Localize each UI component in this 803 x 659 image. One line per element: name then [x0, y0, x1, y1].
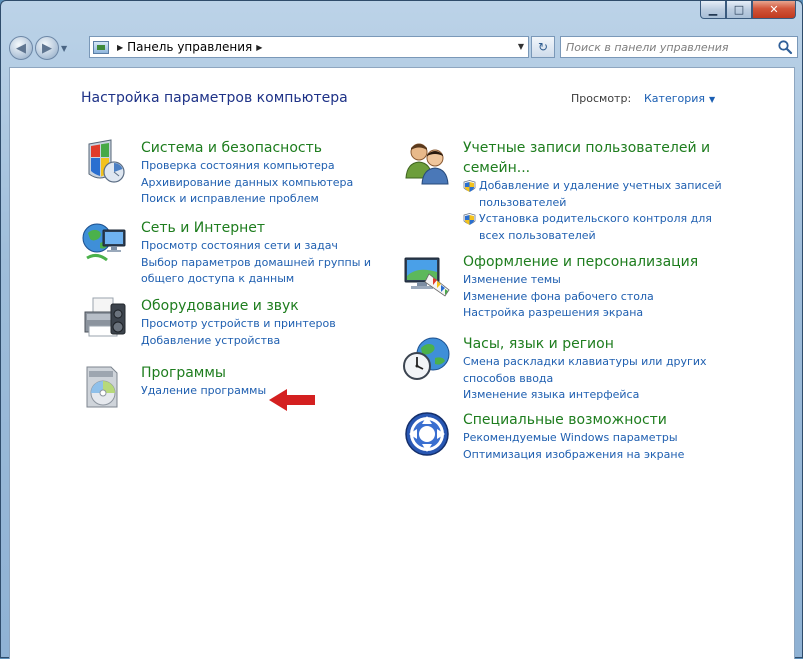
page-title: Настройка параметров компьютера — [81, 90, 348, 106]
category-title[interactable]: Оформление и персонализация — [463, 252, 698, 272]
refresh-button[interactable]: ↻ — [531, 36, 555, 58]
link-view-network-status[interactable]: Просмотр состояния сети и задач — [141, 238, 371, 255]
security-shield-icon[interactable] — [81, 138, 129, 186]
navigation-toolbar: ◀ ▶ ▼ ▶ Панель управления ▶ ▼ ↻ — [9, 35, 798, 61]
back-button[interactable]: ◀ — [9, 36, 33, 60]
category-title[interactable]: Оборудование и звук — [141, 296, 336, 316]
link-check-computer-status[interactable]: Проверка состояния компьютера — [141, 158, 353, 175]
users-icon[interactable] — [403, 138, 451, 186]
category-title[interactable]: Программы — [141, 363, 266, 383]
breadcrumb-separator-icon[interactable]: ▶ — [256, 43, 262, 52]
link-homegroup-options-line2[interactable]: общего доступа к данным — [141, 271, 371, 288]
programs-disc-icon[interactable] — [81, 363, 129, 411]
address-history-dropdown-icon[interactable]: ▼ — [518, 42, 524, 51]
breadcrumb-separator-icon[interactable]: ▶ — [117, 43, 123, 52]
recent-pages-dropdown[interactable]: ▼ — [61, 44, 67, 53]
window-controls: ▁ □ ✕ — [700, 1, 796, 19]
link-label: всех пользователей — [479, 228, 596, 242]
category-title[interactable]: Часы, язык и регион — [463, 334, 707, 354]
network-globe-icon[interactable] — [81, 218, 129, 266]
view-by-dropdown[interactable]: Категория ▼ — [644, 92, 715, 105]
category-title[interactable]: Учетные записи пользователей и — [463, 138, 722, 158]
category-title-line2[interactable]: семейн... — [463, 158, 722, 178]
close-button[interactable]: ✕ — [752, 1, 796, 19]
link-label: Установка родительского контроля для — [479, 212, 712, 225]
link-adjust-screen-resolution[interactable]: Настройка разрешения экрана — [463, 305, 698, 322]
forward-button[interactable]: ▶ — [35, 36, 59, 60]
link-label: пользователей — [479, 195, 567, 209]
link-backup-computer[interactable]: Архивирование данных компьютера — [141, 175, 353, 192]
link-change-keyboard-layout-line2[interactable]: способов ввода — [463, 371, 707, 388]
link-add-device[interactable]: Добавление устройства — [141, 333, 336, 350]
clock-globe-icon[interactable] — [403, 334, 451, 382]
link-change-keyboard-layout[interactable]: Смена раскладки клавиатуры или других — [463, 354, 707, 371]
view-by-value: Категория — [644, 92, 705, 105]
minimize-button[interactable]: ▁ — [700, 1, 726, 19]
control-panel-window: ▁ □ ✕ ◀ ▶ ▼ ▶ Панель управления ▶ ▼ ↻ На… — [0, 0, 803, 659]
link-add-remove-accounts[interactable]: Добавление и удаление учетных записей — [463, 178, 722, 195]
link-label: Добавление и удаление учетных записей — [479, 179, 722, 192]
search-box[interactable] — [560, 36, 798, 58]
search-icon[interactable] — [777, 39, 793, 55]
link-view-devices-printers[interactable]: Просмотр устройств и принтеров — [141, 316, 336, 333]
link-recommended-settings[interactable]: Рекомендуемые Windows параметры — [463, 430, 684, 447]
breadcrumb-control-panel[interactable]: Панель управления — [127, 40, 252, 54]
address-bar[interactable]: ▶ Панель управления ▶ ▼ — [89, 36, 529, 58]
maximize-button[interactable]: □ — [726, 1, 752, 19]
view-label: Просмотр: — [571, 92, 632, 105]
content-area: Настройка параметров компьютера Просмотр… — [9, 67, 795, 659]
link-change-theme[interactable]: Изменение темы — [463, 272, 698, 289]
monitor-palette-icon[interactable] — [403, 252, 451, 300]
link-homegroup-options[interactable]: Выбор параметров домашней группы и — [141, 255, 371, 272]
link-parental-controls[interactable]: Установка родительского контроля для — [463, 211, 722, 228]
search-input[interactable] — [566, 38, 772, 56]
link-uninstall-program[interactable]: Удаление программы — [141, 383, 266, 400]
link-parental-controls-line2[interactable]: всех пользователей — [463, 228, 722, 245]
accessibility-icon[interactable] — [403, 410, 451, 458]
red-arrow-icon — [269, 389, 315, 411]
link-optimize-display[interactable]: Оптимизация изображения на экране — [463, 447, 684, 464]
link-add-remove-accounts-line2[interactable]: пользователей — [463, 195, 722, 212]
category-title[interactable]: Специальные возможности — [463, 410, 684, 430]
category-title[interactable]: Сеть и Интернет — [141, 218, 371, 238]
link-find-fix-problems[interactable]: Поиск и исправление проблем — [141, 191, 353, 208]
category-title[interactable]: Система и безопасность — [141, 138, 353, 158]
uac-shield-icon — [463, 180, 476, 192]
chevron-down-icon: ▼ — [708, 95, 716, 104]
printer-icon[interactable] — [81, 296, 129, 344]
control-panel-icon — [93, 40, 109, 54]
link-change-display-language[interactable]: Изменение языка интерфейса — [463, 387, 707, 404]
uac-shield-icon — [463, 213, 476, 225]
link-change-desktop-background[interactable]: Изменение фона рабочего стола — [463, 289, 698, 306]
